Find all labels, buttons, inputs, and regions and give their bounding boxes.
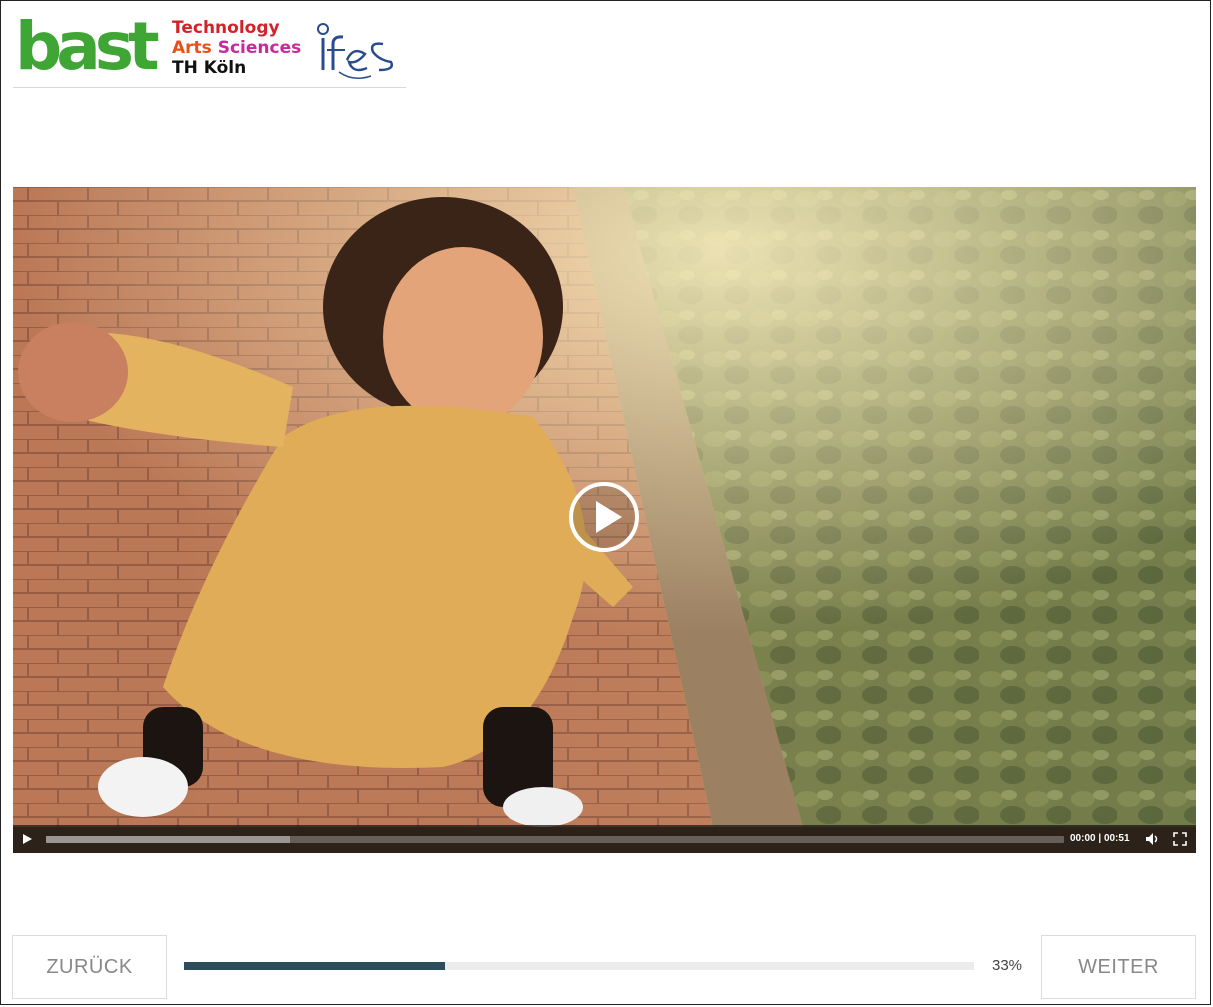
play-overlay-icon[interactable]: [568, 481, 640, 553]
bast-logo: bast: [15, 8, 160, 85]
survey-progress-bar: [184, 962, 974, 970]
video-time-display: 00:00 | 00:51: [1070, 833, 1130, 844]
video-controls-bar: 00:00 | 00:51: [13, 825, 1196, 853]
fullscreen-icon[interactable]: [1173, 832, 1187, 846]
next-button[interactable]: WEITER: [1041, 935, 1196, 999]
th-logo-sciences: Sciences: [211, 38, 302, 58]
video-buffered-range: [46, 836, 291, 843]
th-logo-line1: Technology: [172, 18, 280, 38]
back-button[interactable]: ZURÜCK: [12, 935, 167, 999]
ifes-logo: ifes: [317, 23, 393, 79]
video-current-time: 00:00: [1070, 833, 1096, 844]
th-logo-line3: TH Köln: [172, 58, 247, 78]
video-total-time: 00:51: [1103, 833, 1130, 844]
video-time-separator: |: [1095, 833, 1104, 844]
th-logo-arts: Arts: [172, 38, 212, 58]
th-logo-line2: Arts Sciences: [172, 38, 301, 58]
survey-progress-fill: [184, 962, 445, 970]
logo-header: bast Technology Arts Sciences TH Köln if…: [13, 12, 406, 88]
video-seek-bar[interactable]: [46, 836, 1064, 843]
video-player[interactable]: 00:00 | 00:51: [13, 187, 1196, 853]
volume-icon[interactable]: [1145, 832, 1161, 846]
play-icon[interactable]: [20, 832, 34, 846]
th-koeln-logo: Technology Arts Sciences TH Köln: [172, 18, 301, 78]
survey-progress-percent: 33%: [992, 957, 1023, 974]
